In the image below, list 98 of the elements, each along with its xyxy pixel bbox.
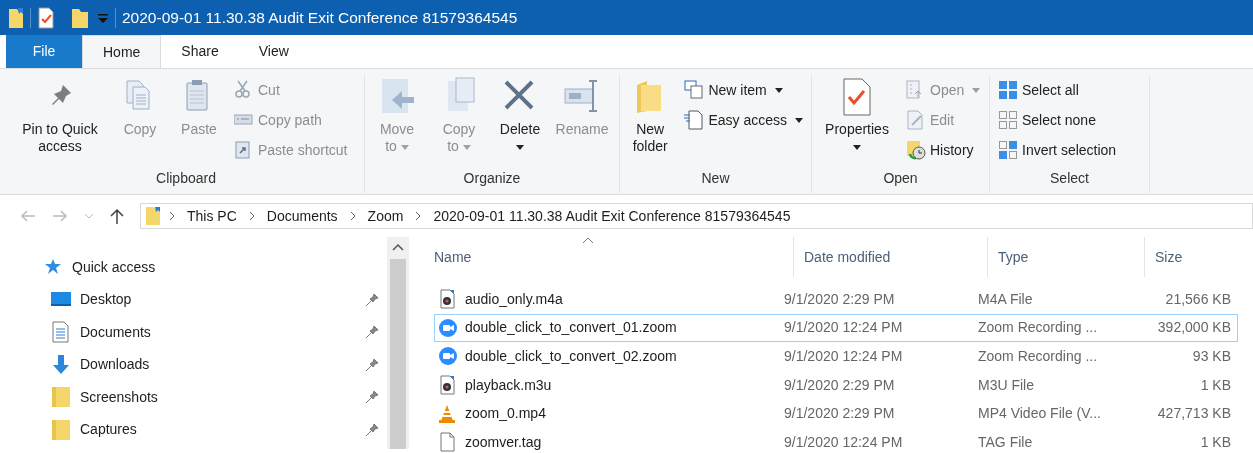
file-row[interactable]: zoom_0.mp4 9/1/2020 2:29 PM MP4 Video File (V... 427,713 KB: [434, 399, 1238, 428]
ribbon-button[interactable]: New item: [682, 75, 805, 105]
customize-arrow-icon[interactable]: [97, 11, 109, 24]
scrollbar[interactable]: [387, 237, 409, 449]
ribbon-button[interactable]: Delete: [495, 75, 545, 157]
type-cell-text: Zoom Recording ...: [977, 347, 1099, 366]
date-cell-text: 9/1/2020 12:24 PM: [783, 432, 904, 452]
column-header[interactable]: Size: [1145, 237, 1253, 277]
easy-access-icon: [684, 110, 705, 130]
breadcrumb-item[interactable]: Documents: [262, 205, 342, 227]
group-label: Clipboard: [156, 170, 216, 186]
date-cell-text: 9/1/2020 2:29 PM: [783, 375, 896, 395]
properties-icon[interactable]: [37, 6, 55, 29]
select-none-icon: [998, 110, 1018, 130]
camera-icon: [439, 346, 457, 367]
ribbon-button[interactable]: New folder: [626, 75, 675, 157]
address-field[interactable]: This PC Documents Zoom 2020-09-01 11.30.38 Audit Exit Conference 81579364545: [140, 203, 1253, 229]
file-name: double_click_to_convert_01.zoom: [465, 318, 677, 338]
ribbon-tab[interactable]: Home: [82, 35, 162, 68]
invert-selection-icon: [998, 140, 1018, 160]
sort-up-icon: [582, 237, 594, 244]
type-cell-text: Zoom Recording ...: [977, 318, 1099, 338]
date-cell-text: 9/1/2020 2:29 PM: [783, 289, 896, 309]
media-file-icon: [439, 375, 457, 396]
edit-icon: [906, 110, 926, 130]
group-label: Organize: [463, 170, 521, 186]
date-cell-text: 9/1/2020 2:29 PM: [783, 404, 896, 424]
size-cell-text: 21,566 KB: [1164, 289, 1232, 309]
chevron-icon: [248, 211, 255, 221]
size-cell-text: 1 KB: [1199, 432, 1232, 452]
navigation-item[interactable]: Desktop: [0, 283, 387, 316]
column-header[interactable]: Type: [988, 237, 1145, 277]
navigation-item[interactable]: Documents: [0, 316, 387, 349]
column-header[interactable]: Name: [424, 237, 794, 277]
up-arrow-icon[interactable]: [110, 208, 124, 224]
folder-icon[interactable]: [71, 6, 89, 29]
file-row[interactable]: double_click_to_convert_02.zoom 9/1/2020 12:24 PM Zoom Recording ... 93 KB: [434, 342, 1238, 371]
column-header[interactable]: Date modified: [794, 237, 988, 277]
file-icon: [439, 432, 457, 453]
date-cell-text: 9/1/2020 12:24 PM: [783, 318, 904, 338]
forward-arrow-icon[interactable]: [52, 209, 68, 223]
ribbon-tab[interactable]: View: [238, 35, 309, 68]
folder-icon: [145, 206, 161, 226]
file-name: double_click_to_convert_02.zoom: [465, 347, 677, 366]
document-icon: [50, 321, 72, 344]
back-arrow-icon[interactable]: [20, 209, 36, 223]
ribbon-button[interactable]: Select none: [996, 105, 1119, 135]
folder-icon[interactable]: [8, 6, 24, 29]
history-icon: [906, 140, 926, 160]
window-title: 2020-09-01 11.30.38 Audit Exit Conference 81579364545: [122, 7, 518, 28]
file-row[interactable]: zoomver.tag 9/1/2020 12:24 PM TAG File 1 KB: [434, 427, 1238, 453]
file-row[interactable]: audio_only.m4a 9/1/2020 2:29 PM M4A File 21,566 KB: [434, 285, 1238, 314]
breadcrumb-item[interactable]: Zoom: [363, 205, 408, 227]
ribbon-tab[interactable]: Share: [161, 35, 239, 68]
select-all-icon: [998, 80, 1018, 100]
ribbon-button[interactable]: History: [904, 135, 983, 165]
file-name: zoom_0.mp4: [465, 404, 546, 424]
media-file-icon: [439, 289, 457, 310]
ribbon-button[interactable]: Select all: [996, 75, 1119, 105]
ribbon-button[interactable]: Easy access: [682, 105, 805, 135]
chevron-icon: [415, 211, 422, 221]
file-menu-tab[interactable]: File: [6, 35, 82, 68]
recent-dropdown-icon[interactable]: [84, 213, 94, 219]
ribbon-button[interactable]: Properties: [818, 75, 896, 157]
chevron-icon: [169, 211, 175, 221]
ribbon-button[interactable]: Invert selection: [996, 135, 1119, 165]
folder-icon: [50, 418, 72, 441]
size-cell-text: 93 KB: [1191, 347, 1232, 366]
breadcrumb-item[interactable]: This PC: [183, 205, 241, 227]
navigation-item[interactable]: Quick access: [0, 251, 387, 284]
navigation-item[interactable]: Screenshots: [0, 381, 387, 414]
group-label: New: [701, 170, 730, 186]
size-cell-text: 1 KB: [1199, 375, 1232, 395]
download-arrow-icon: [50, 353, 72, 376]
navigation-item[interactable]: Downloads: [0, 348, 387, 381]
date-cell-text: 9/1/2020 12:24 PM: [783, 347, 904, 366]
type-cell-text: M3U File: [977, 375, 1035, 395]
type-cell-text: TAG File: [977, 432, 1034, 452]
camera-icon: [439, 317, 457, 338]
traffic-cone-icon: [439, 403, 457, 424]
file-row[interactable]: double_click_to_convert_01.zoom 9/1/2020 12:24 PM Zoom Recording ... 392,000 KB: [434, 313, 1238, 343]
size-cell-text: 392,000 KB: [1156, 318, 1232, 338]
file-row[interactable]: playback.m3u 9/1/2020 2:29 PM M3U File 1 KB: [434, 370, 1238, 400]
scrollbar-thumb[interactable]: [390, 259, 406, 449]
ribbon-button[interactable]: Pin to Quick access: [14, 75, 106, 157]
navigation-item[interactable]: Captures: [0, 413, 387, 446]
new-item-icon: [684, 80, 705, 100]
chevron-icon: [349, 211, 356, 221]
folder-icon: [50, 386, 72, 409]
file-name: zoomver.tag: [465, 432, 542, 452]
size-cell-text: 427,713 KB: [1156, 404, 1232, 424]
type-cell-text: MP4 Video File (V...: [977, 404, 1102, 424]
breadcrumb-item[interactable]: 2020-09-01 11.30.38 Audit Exit Conference 81579364545: [429, 205, 795, 227]
group-label: Open: [883, 170, 918, 186]
group-label: Select: [1050, 170, 1089, 186]
type-cell-text: M4A File: [977, 289, 1034, 309]
file-name: playback.m3u: [465, 375, 552, 395]
file-name: audio_only.m4a: [465, 289, 563, 309]
